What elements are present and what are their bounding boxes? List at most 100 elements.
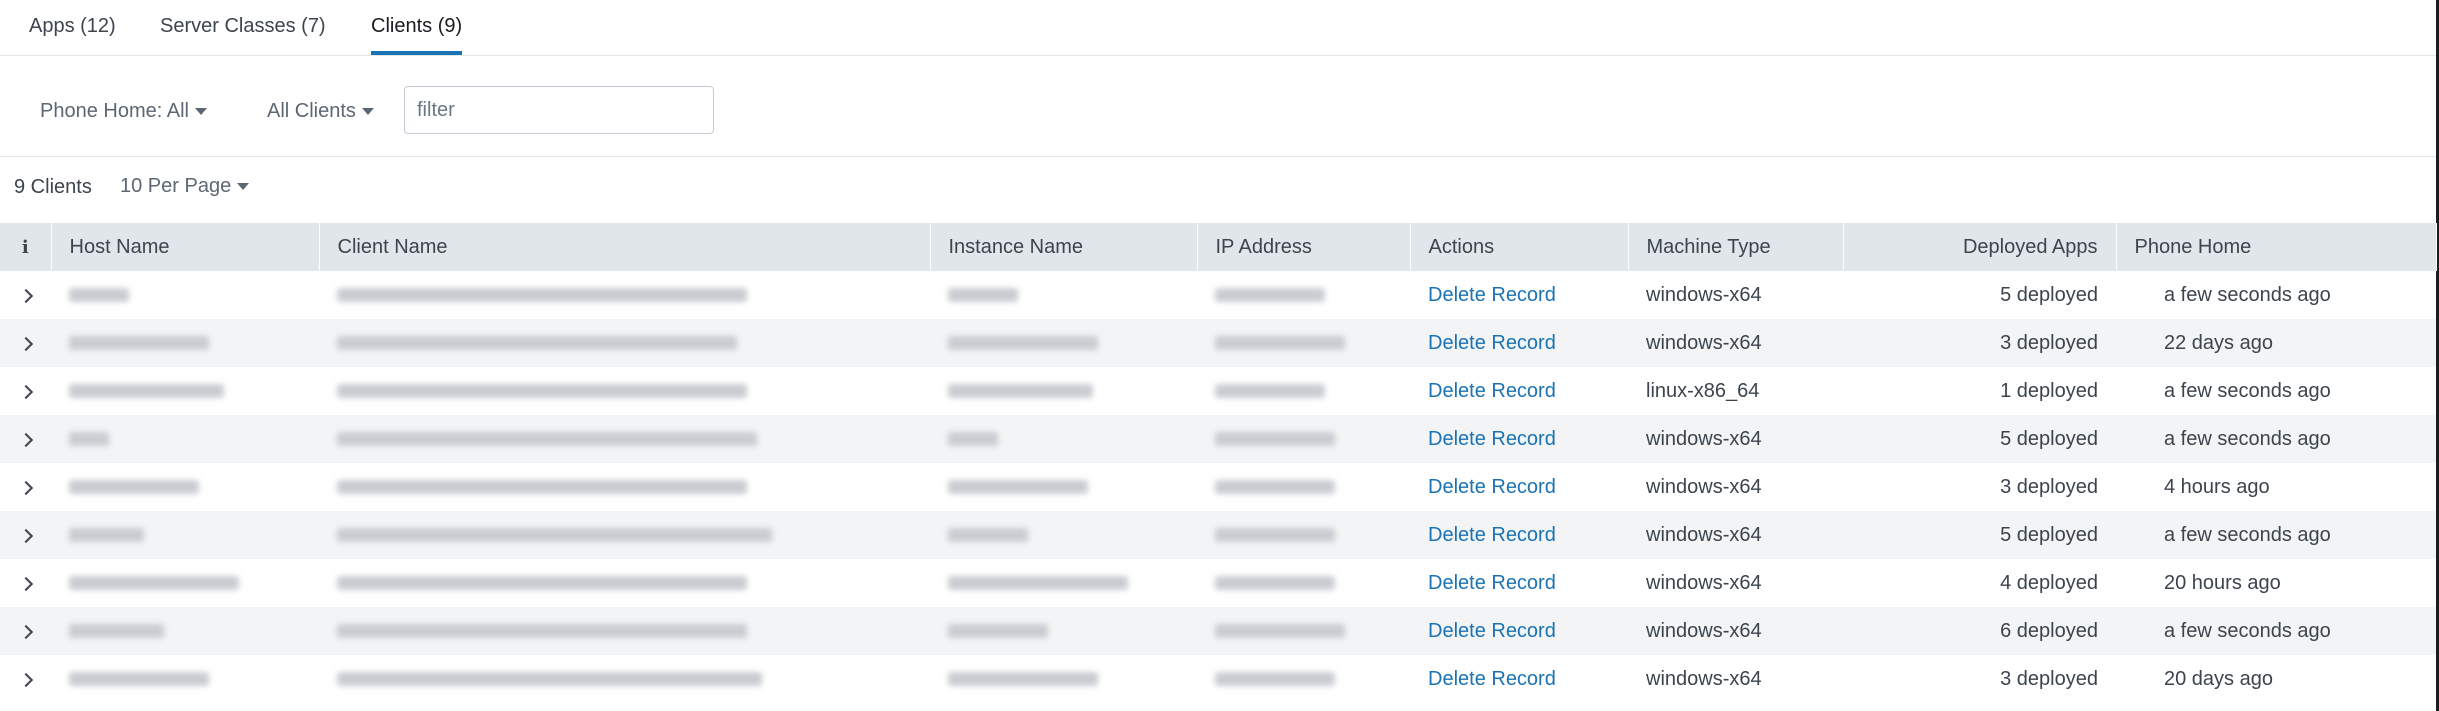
chevron-right-icon[interactable]	[18, 288, 33, 303]
expand-row-cell[interactable]	[0, 367, 51, 415]
deployed-apps-cell: 5 deployed	[1843, 511, 2116, 559]
phone-home-cell: 20 days ago	[2164, 667, 2273, 690]
chevron-right-icon[interactable]	[18, 336, 33, 351]
clients-type-dropdown-label: All Clients	[267, 100, 356, 122]
redacted-instance-name	[948, 336, 1098, 351]
table-row: Delete Record windows-x64 6 deployed a few …	[0, 607, 2436, 655]
expand-row-cell[interactable]	[0, 463, 51, 511]
redacted-ip-address	[1215, 384, 1325, 399]
chevron-right-icon[interactable]	[18, 528, 33, 543]
table-row: Delete Record windows-x64 3 deployed 4 hour…	[0, 463, 2436, 511]
delete-record-link[interactable]: Delete Record	[1428, 476, 1556, 498]
redacted-ip-address	[1215, 480, 1335, 495]
table-row: Delete Record linux-x86_64 1 deployed a few…	[0, 367, 2436, 415]
filter-input[interactable]	[404, 86, 714, 134]
actions-cell: Delete Record	[1410, 607, 1628, 655]
delete-record-link[interactable]: Delete Record	[1428, 428, 1556, 450]
instance-name-cell	[930, 415, 1197, 463]
column-header-machine-type[interactable]: Machine Type	[1628, 223, 1844, 271]
column-header-client-name[interactable]: Client Name	[319, 223, 931, 271]
column-header-phone-home[interactable]: Phone Home	[2116, 223, 2437, 271]
chevron-right-icon[interactable]	[18, 480, 33, 495]
ip-address-cell	[1197, 655, 1410, 703]
ip-address-cell	[1197, 367, 1410, 415]
redacted-ip-address	[1215, 288, 1325, 303]
chevron-right-icon[interactable]	[18, 624, 33, 639]
instance-name-cell	[930, 463, 1197, 511]
phone-home-cell: a few seconds ago	[2164, 283, 2331, 306]
expand-row-cell[interactable]	[0, 559, 51, 607]
client-name-cell	[319, 559, 930, 607]
clients-type-dropdown[interactable]: All Clients	[267, 96, 374, 126]
expand-row-cell[interactable]	[0, 319, 51, 367]
tab-clients[interactable]: Clients (9)	[371, 0, 463, 55]
actions-cell: Delete Record	[1410, 655, 1628, 703]
redacted-host-name	[69, 528, 144, 543]
actions-cell: Delete Record	[1410, 463, 1628, 511]
delete-record-link[interactable]: Delete Record	[1428, 380, 1556, 402]
table-row: Delete Record windows-x64 5 deployed a few …	[0, 415, 2436, 463]
ip-address-cell	[1197, 415, 1410, 463]
delete-record-link[interactable]: Delete Record	[1428, 332, 1556, 354]
redacted-ip-address	[1215, 576, 1335, 591]
column-header-actions: Actions	[1410, 223, 1629, 271]
actions-cell: Delete Record	[1410, 415, 1628, 463]
delete-record-link[interactable]: Delete Record	[1428, 284, 1556, 306]
phone-home-cell: a few seconds ago	[2116, 511, 2436, 559]
per-page-dropdown[interactable]: 10 Per Page	[120, 175, 250, 198]
column-header-host-name[interactable]: Host Name	[51, 223, 320, 271]
clients-table: i Host Name Client Name Instance Name IP…	[0, 223, 2437, 703]
deployed-apps-cell: 4 deployed	[2000, 571, 2098, 594]
phone-home-cell: a few seconds ago	[2116, 607, 2436, 655]
phone-home-dropdown-label: Phone Home: All	[40, 100, 189, 122]
chevron-right-icon[interactable]	[18, 384, 33, 399]
client-count: 9 Clients	[14, 176, 92, 198]
redacted-instance-name	[948, 624, 1048, 639]
client-name-cell	[319, 607, 930, 655]
redacted-instance-name	[948, 288, 1018, 303]
instance-name-cell	[930, 367, 1197, 415]
tab-server-classes[interactable]: Server Classes (7)	[160, 0, 326, 55]
delete-record-link[interactable]: Delete Record	[1428, 524, 1556, 546]
expand-row-cell[interactable]	[0, 607, 51, 655]
ip-address-cell	[1197, 319, 1410, 367]
phone-home-cell: 4 hours ago	[2164, 475, 2270, 498]
chevron-right-icon[interactable]	[18, 576, 33, 591]
redacted-instance-name	[948, 576, 1128, 591]
tab-apps[interactable]: Apps (12)	[29, 0, 116, 55]
redacted-client-name	[337, 624, 747, 639]
column-header-deployed-apps[interactable]: Deployed Apps	[1843, 223, 2117, 271]
chevron-right-icon[interactable]	[18, 432, 33, 447]
delete-record-link[interactable]: Delete Record	[1428, 668, 1556, 690]
expand-row-cell[interactable]	[0, 271, 51, 319]
ip-address-cell	[1197, 271, 1410, 319]
caret-down-icon	[361, 108, 374, 116]
machine-type-cell: linux-x86_64	[1646, 379, 1760, 402]
caret-down-icon	[194, 108, 207, 116]
client-name-cell	[319, 367, 930, 415]
delete-record-link[interactable]: Delete Record	[1428, 620, 1556, 642]
column-header-instance-name[interactable]: Instance Name	[930, 223, 1198, 271]
delete-record-link[interactable]: Delete Record	[1428, 572, 1556, 594]
column-header-ip-address[interactable]: IP Address	[1197, 223, 1411, 271]
actions-cell: Delete Record	[1410, 559, 1628, 607]
deployed-apps-cell: 5 deployed	[1843, 415, 2116, 463]
redacted-client-name	[337, 384, 747, 399]
phone-home-dropdown[interactable]: Phone Home: All	[40, 96, 207, 126]
chevron-right-icon[interactable]	[18, 672, 33, 687]
deployed-apps-cell: 3 deployed	[2000, 475, 2098, 498]
client-name-cell	[319, 655, 930, 703]
host-name-cell	[51, 271, 319, 319]
machine-type-cell: windows-x64	[1646, 571, 1762, 594]
expand-row-cell[interactable]	[0, 655, 51, 703]
filter-toolbar: Phone Home: All All Clients	[0, 56, 2436, 157]
machine-type-cell: windows-x64	[1628, 415, 1843, 463]
host-name-cell	[51, 415, 319, 463]
expand-row-cell[interactable]	[0, 415, 51, 463]
instance-name-cell	[930, 559, 1197, 607]
client-name-cell	[319, 271, 930, 319]
instance-name-cell	[930, 607, 1197, 655]
redacted-host-name	[69, 624, 164, 639]
redacted-client-name	[337, 672, 762, 687]
expand-row-cell[interactable]	[0, 511, 51, 559]
